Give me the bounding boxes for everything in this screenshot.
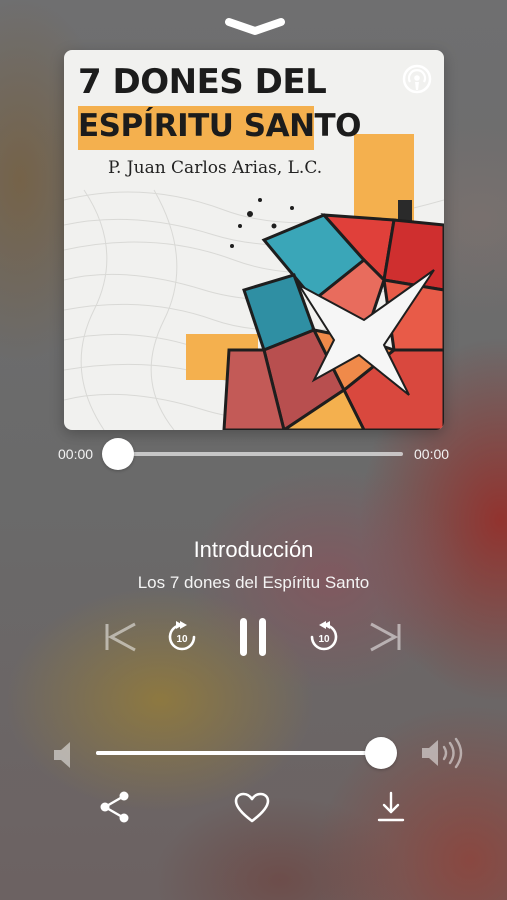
artwork-author: P. Juan Carlos Arias, L.C. <box>108 158 323 178</box>
album-artwork: 7 DONES DEL ESPÍRITU SANTO P. Juan Carlo… <box>64 50 444 430</box>
skip-back-button[interactable]: 10 <box>164 619 200 660</box>
download-button[interactable] <box>376 790 406 829</box>
pause-icon <box>240 618 266 656</box>
heart-icon <box>234 792 270 823</box>
volume-high-indicator <box>420 736 468 775</box>
collapse-button[interactable] <box>224 14 286 40</box>
volume-track[interactable] <box>96 751 396 755</box>
next-track-icon <box>370 622 401 652</box>
skip-back-seconds: 10 <box>176 634 188 645</box>
progress-track[interactable] <box>118 452 403 456</box>
skip-back-icon: 10 <box>168 621 196 651</box>
track-title: Introducción <box>193 537 314 562</box>
podcast-icon <box>402 64 432 94</box>
volume-fill <box>96 751 381 755</box>
volume-high-icon <box>422 737 463 769</box>
download-icon <box>377 791 405 822</box>
chevron-down-icon <box>225 18 285 35</box>
share-icon <box>100 791 129 823</box>
duration-time: 00:00 <box>414 446 450 462</box>
skip-forward-seconds: 10 <box>318 634 330 645</box>
volume-low-icon <box>54 742 70 768</box>
progress-thumb[interactable] <box>102 438 134 470</box>
artwork-title-line2: ESPÍRITU SANTO <box>78 108 362 144</box>
favorite-button[interactable] <box>234 792 270 829</box>
share-button[interactable] <box>98 790 132 829</box>
previous-track-icon <box>105 622 136 652</box>
artwork-title-line1: 7 DONES DEL <box>78 62 327 102</box>
next-track-button[interactable] <box>368 621 402 658</box>
skip-forward-icon: 10 <box>310 621 338 651</box>
previous-track-button[interactable] <box>104 621 138 658</box>
track-subtitle: Los 7 dones del Espíritu Santo <box>137 573 370 592</box>
volume-low-indicator <box>52 740 76 775</box>
elapsed-time: 00:00 <box>58 446 94 462</box>
volume-thumb[interactable] <box>365 737 397 769</box>
skip-forward-button[interactable]: 10 <box>306 619 342 660</box>
pause-button[interactable] <box>236 616 270 663</box>
